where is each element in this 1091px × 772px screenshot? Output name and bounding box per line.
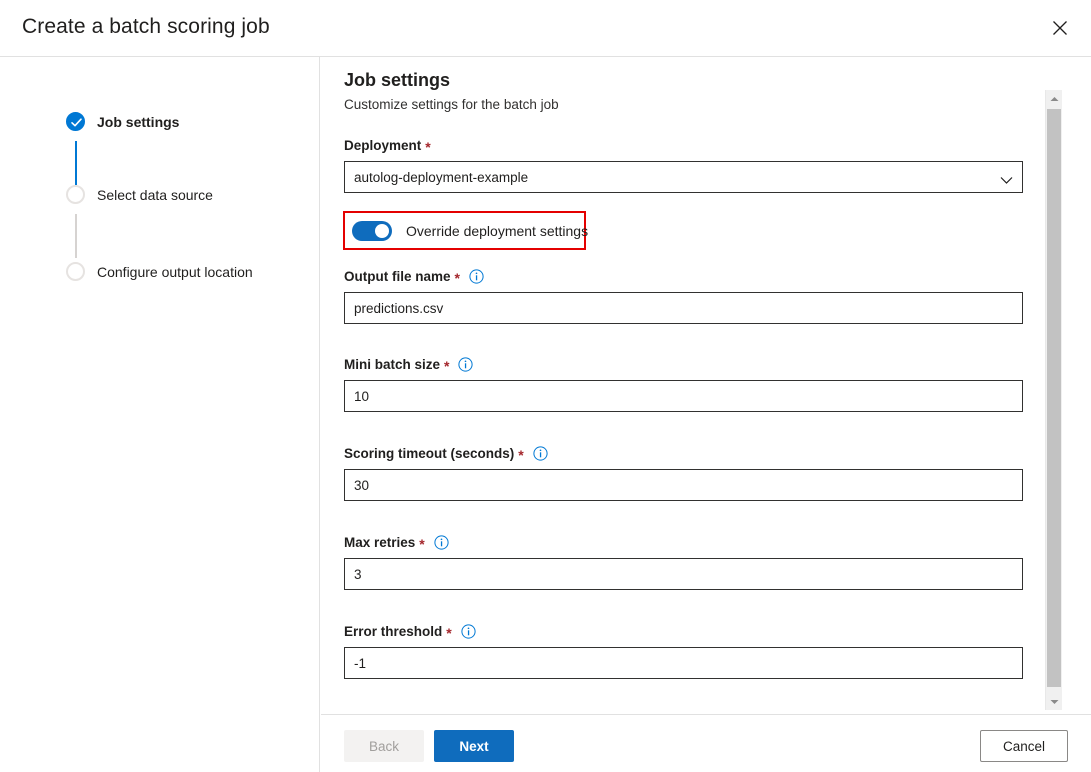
scoring-timeout-input[interactable] [344,469,1023,501]
override-deployment-settings-toggle[interactable] [352,221,392,241]
step-connector-2 [75,214,77,258]
sidebar-item-label: Select data source [97,187,213,203]
content-scrollbar[interactable] [1045,90,1062,710]
section-subtitle: Customize settings for the batch job [344,97,559,112]
sidebar-item-job-settings[interactable]: Job settings [66,112,179,131]
field-label-mini-batch-size: Mini batch size * [344,357,1023,372]
info-icon[interactable] [458,357,473,372]
label-text: Mini batch size [344,357,440,372]
field-deployment: Deployment * autolog-deployment-example [344,138,1023,193]
field-label-max-retries: Max retries * [344,535,1023,550]
sidebar-item-configure-output-location[interactable]: Configure output location [66,262,253,281]
required-indicator: * [419,537,424,551]
wizard-rail: Job settings Select data source Configur… [0,57,320,772]
close-button[interactable] [1037,6,1083,50]
max-retries-input[interactable] [344,558,1023,590]
field-mini-batch-size: Mini batch size * [344,357,1023,412]
info-icon[interactable] [434,535,449,550]
back-button[interactable]: Back [344,730,424,762]
error-threshold-input[interactable] [344,647,1023,679]
deployment-select[interactable]: autolog-deployment-example [344,161,1023,193]
label-text: Scoring timeout (seconds) [344,446,514,461]
step-pending-icon [66,262,85,281]
label-text: Max retries [344,535,415,550]
next-button[interactable]: Next [434,730,514,762]
info-icon[interactable] [533,446,548,461]
label-text: Deployment [344,138,421,153]
required-indicator: * [444,359,449,373]
scroll-down-arrow-icon[interactable] [1046,693,1062,710]
field-output-file-name: Output file name * [344,269,1023,324]
output-file-name-input[interactable] [344,292,1023,324]
deployment-select-wrapper: autolog-deployment-example [344,161,1023,193]
toggle-knob [375,224,389,238]
required-indicator: * [455,271,460,285]
label-text: Error threshold [344,624,442,639]
scroll-up-arrow-icon[interactable] [1046,90,1062,107]
override-deployment-settings-row[interactable]: Override deployment settings [343,211,586,250]
field-label-scoring-timeout: Scoring timeout (seconds) * [344,446,1023,461]
label-text: Output file name [344,269,451,284]
field-error-threshold: Error threshold * [344,624,1023,679]
dialog-footer: Back Next Cancel [321,716,1091,772]
sidebar-item-select-data-source[interactable]: Select data source [66,185,213,204]
info-icon[interactable] [461,624,476,639]
step-complete-icon [66,112,85,131]
field-label-output-file-name: Output file name * [344,269,1023,284]
job-settings-panel: Job settings Customize settings for the … [321,57,1091,715]
cancel-button[interactable]: Cancel [980,730,1068,762]
override-deployment-settings-label: Override deployment settings [406,223,588,239]
dialog-header: Create a batch scoring job [0,0,1091,57]
step-connector-1 [75,141,77,185]
sidebar-item-label: Configure output location [97,264,253,280]
required-indicator: * [425,140,430,154]
sidebar-item-label: Job settings [97,114,179,130]
section-title: Job settings [344,70,450,91]
required-indicator: * [518,448,523,462]
field-label-error-threshold: Error threshold * [344,624,1023,639]
step-pending-icon [66,185,85,204]
mini-batch-size-input[interactable] [344,380,1023,412]
field-label-deployment: Deployment * [344,138,1023,153]
required-indicator: * [446,626,451,640]
field-scoring-timeout: Scoring timeout (seconds) * [344,446,1023,501]
close-icon [1052,20,1068,36]
info-icon[interactable] [469,269,484,284]
field-max-retries: Max retries * [344,535,1023,590]
page-title: Create a batch scoring job [22,15,270,39]
scrollbar-thumb[interactable] [1047,109,1061,687]
